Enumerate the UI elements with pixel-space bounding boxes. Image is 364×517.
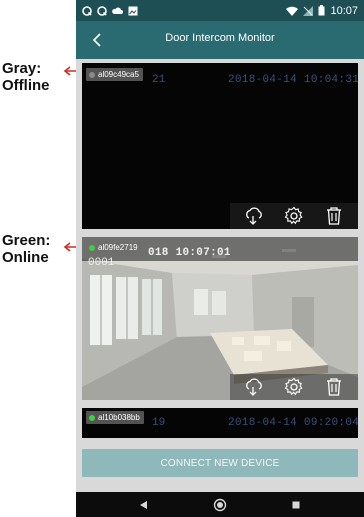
- home-circle-icon[interactable]: [208, 495, 232, 515]
- device-id-chip: al09c49ca5: [86, 68, 143, 81]
- delete-icon[interactable]: [323, 205, 345, 227]
- status-dot-online: [89, 414, 95, 421]
- status-dot-online: [89, 244, 95, 251]
- status-time: 10:07: [330, 4, 358, 17]
- device-id: al09fe2719: [98, 243, 138, 252]
- device-toolbar: [230, 203, 358, 229]
- device-id-chip: al09fe2719: [86, 241, 142, 254]
- device-id-chip: al10b038bb: [86, 411, 144, 424]
- annotation-green-label: Green:: [2, 232, 51, 249]
- wifi-icon: [286, 6, 299, 16]
- device-toolbar: [230, 374, 358, 400]
- device-list: 21 2018-04-14 10:04:31 al09c49ca5 0001 0…: [76, 59, 364, 492]
- connect-new-device-button[interactable]: CONNECT NEW DEVICE: [82, 449, 358, 477]
- osd-channel-number: 0001: [88, 257, 115, 269]
- app-bar: Door Intercom Monitor: [76, 21, 364, 59]
- annotation-gray-label: Gray:: [2, 60, 42, 77]
- annotation-online-label: Online: [2, 249, 49, 266]
- back-triangle-icon[interactable]: [132, 495, 156, 515]
- osd-channel-number: 19: [152, 417, 166, 429]
- page-title: Door Intercom Monitor: [165, 32, 275, 44]
- cloud-icon: [112, 7, 123, 14]
- status-dot-offline: [89, 71, 95, 78]
- osd-timestamp: 018 10:07:01: [148, 247, 231, 259]
- green-online-annotation: Green: Online: [2, 232, 50, 266]
- cloud-playback-icon[interactable]: [243, 205, 265, 227]
- device-id: al10b038bb: [98, 413, 140, 422]
- phone-screen: 10:07 Door Intercom Monitor 21 2018-04-1…: [76, 0, 364, 517]
- battery-icon: [318, 5, 325, 16]
- cloud-playback-icon[interactable]: [243, 376, 265, 398]
- osd-channel-number: 21: [152, 74, 166, 86]
- status-bar: 10:07: [76, 0, 364, 21]
- notification-icon: [82, 5, 92, 16]
- device-card-offline[interactable]: 21 2018-04-14 10:04:31 al09c49ca5: [82, 63, 358, 229]
- device-card-online[interactable]: 19 2018-04-14 09:20:04 al10b038bb: [82, 408, 358, 438]
- device-id: al09c49ca5: [98, 70, 139, 79]
- image-icon: [128, 6, 138, 15]
- settings-icon[interactable]: [283, 376, 305, 398]
- osd-timestamp: 2018-04-14 09:20:04: [228, 417, 358, 429]
- gray-offline-annotation: Gray: Offline: [2, 60, 50, 94]
- osd-timestamp: 2018-04-14 10:04:31: [228, 74, 358, 86]
- navigation-bar: [76, 492, 364, 517]
- device-card-online[interactable]: 0001 018 10:07:01 al09fe2719: [82, 237, 358, 400]
- annotation-offline-label: Offline: [2, 77, 50, 94]
- recents-square-icon[interactable]: [284, 495, 308, 515]
- settings-icon[interactable]: [283, 205, 305, 227]
- signal-icon: [303, 5, 314, 16]
- notification-icon: [97, 5, 107, 16]
- delete-icon[interactable]: [323, 376, 345, 398]
